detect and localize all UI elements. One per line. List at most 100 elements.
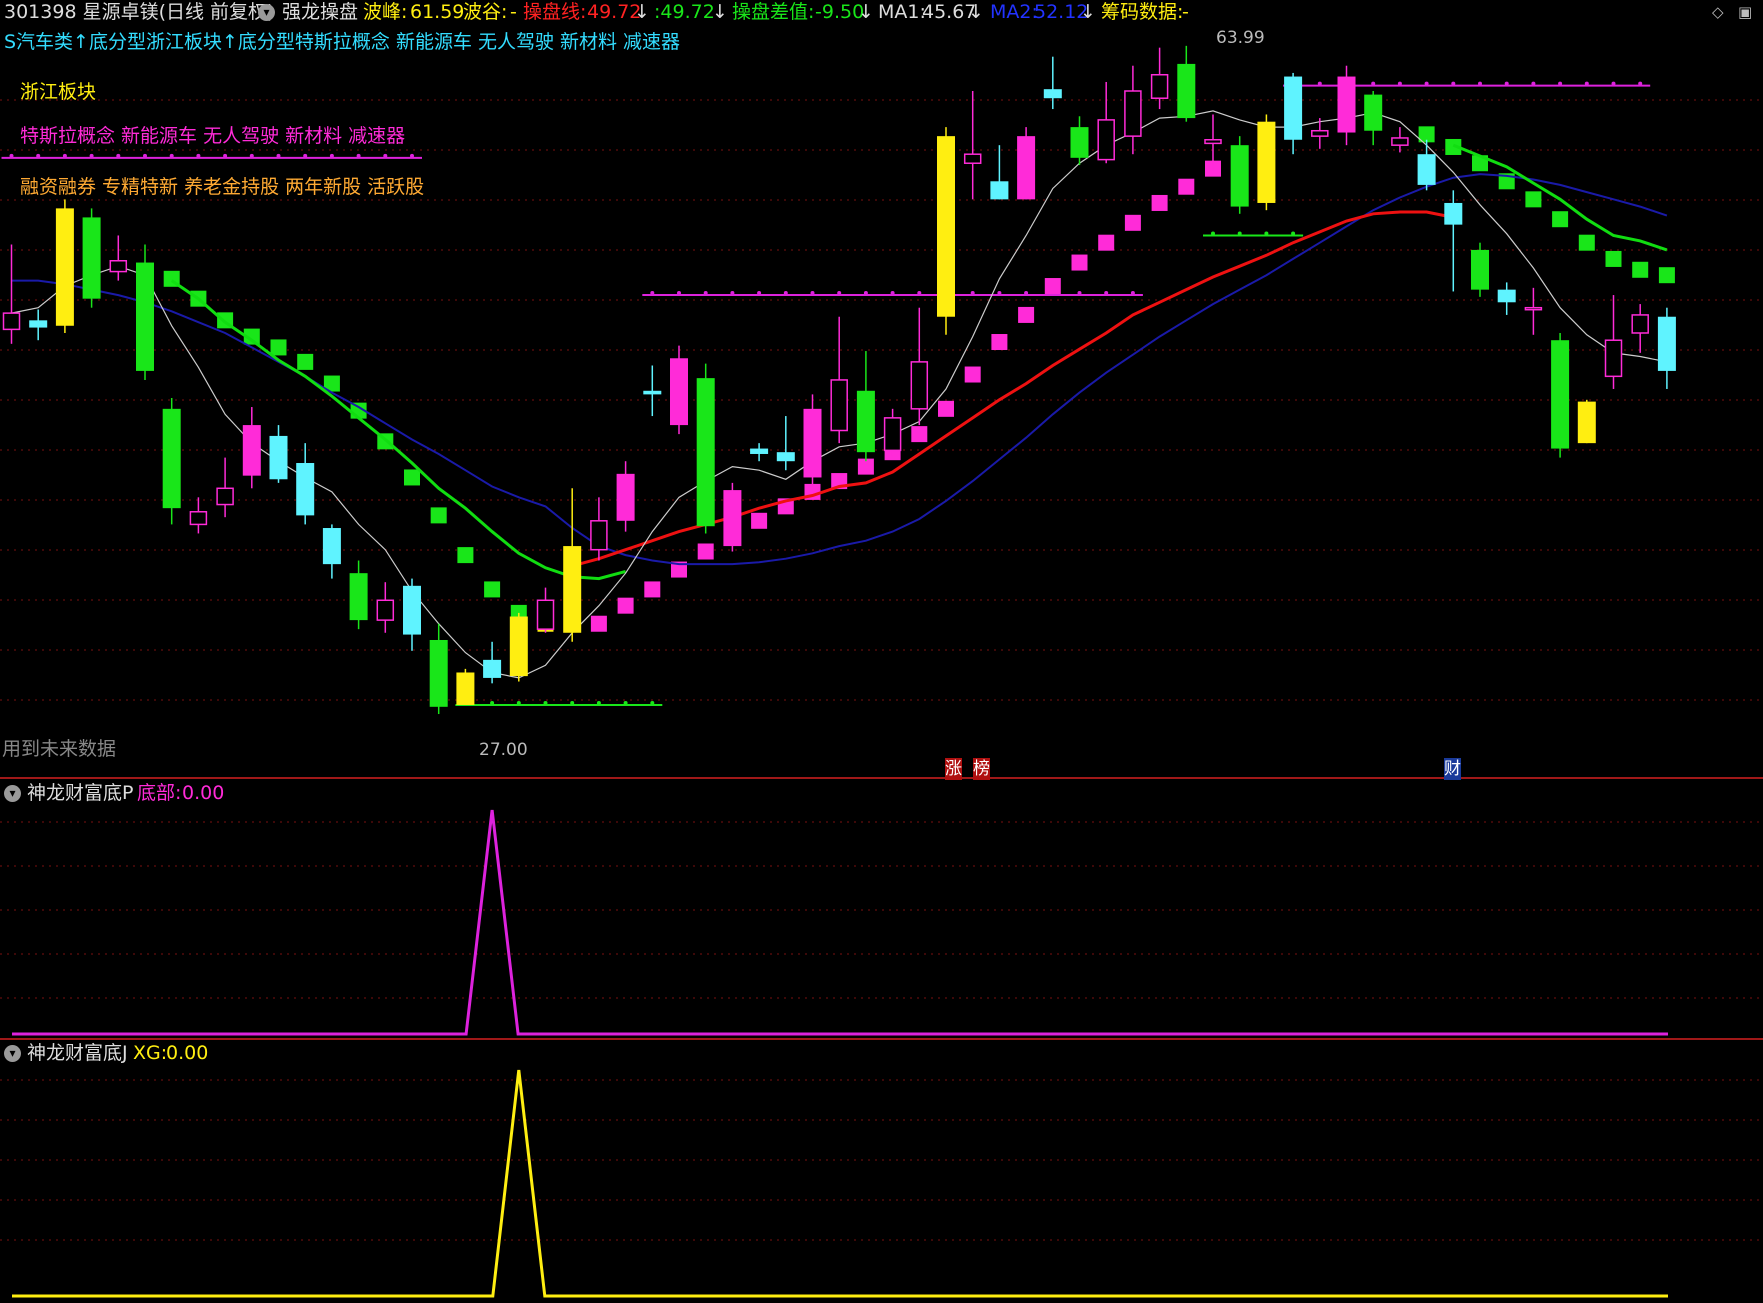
flag-bang: 榜 [973,758,990,780]
step-marker [751,512,768,529]
concept-tags: 特斯拉概念 新能源车 无人驾驶 新材料 减速器 [20,125,406,147]
step-marker [590,615,607,632]
candle-body [1097,119,1115,161]
candle-body [990,181,1009,200]
bottom-signal-line [12,809,1668,1036]
step-marker [1632,261,1649,278]
step-marker [911,426,928,443]
candle-body [1043,89,1062,99]
level-dot [543,701,548,705]
level-dot [677,291,681,296]
level-dot [249,153,254,158]
level-dot [837,291,842,296]
level-dot [1397,81,1402,86]
step-marker [270,339,287,356]
level-dot [169,153,174,158]
candle-body [536,599,555,630]
style-tags: 融资融券 专精特新 养老金持股 两年新股 活跃股 [20,176,425,198]
step-marker [484,581,501,598]
panel-bottom-signal [12,809,1668,1036]
candle-body [1311,129,1329,137]
indicator-name[interactable]: 强龙操盘 [282,1,358,23]
step-marker [430,507,447,524]
candle-body [883,417,902,452]
candle-body [670,358,688,426]
candle-body [403,585,421,635]
candle-body [109,260,128,273]
level-dot [1638,81,1643,86]
step-marker [1578,234,1595,251]
indicator-menu-icon[interactable]: ▾ [258,4,275,21]
level-dot [516,701,521,705]
level-dot [196,153,201,158]
level-dot [1077,291,1082,296]
level-dot [863,291,868,296]
arrow-down-icon: ↓ [858,1,874,23]
panel3-name[interactable]: 神龙财富底J [27,1042,128,1064]
candle-body [1444,202,1463,225]
step-marker [644,581,661,598]
candle-body [296,463,315,516]
arrow-down-icon: ↓ [634,1,650,23]
candle-body [376,599,395,621]
level-dot [623,701,628,705]
control-line-label: 操盘线: [523,1,587,23]
candle-body [590,520,608,551]
level-dot [329,153,334,158]
candle-body [750,448,769,454]
level-dot [1584,81,1589,86]
candle-body [1070,127,1089,158]
candle-body [616,473,635,521]
flag-zhang: 涨 [945,758,962,780]
wave-peak-label: 波峰: [363,1,408,23]
candle-body [1391,137,1409,146]
panel3-menu-icon[interactable]: ▾ [4,1045,21,1062]
candle-body [1604,339,1623,378]
xg-signal-line [12,1069,1668,1298]
level-dot [490,701,495,705]
concept-line: S汽车类↑底分型浙江板块↑底分型特斯拉概念 新能源车 无人驾驶 新材料 减速器 [4,31,681,53]
chip-label: 筹码数据: [1101,1,1184,23]
candle-body [723,490,742,547]
step-marker [964,366,981,383]
candle-body [29,320,48,328]
step-marker [297,353,314,370]
level-dot [1478,81,1482,86]
candle-body [1257,121,1276,203]
candle-body [1631,314,1649,334]
step-marker [1552,211,1569,228]
candle-body [1337,76,1356,133]
low-price-label: 27.00 [479,740,528,760]
wave-trough-label: 波谷: [463,1,508,23]
candle-body [1577,401,1596,444]
maximize-icon[interactable]: ▣ [1738,3,1752,21]
chip-value: - [1182,1,1189,23]
level-dot [1558,81,1563,86]
control-line-second: :49.72 [654,1,715,23]
level-dot [143,153,147,158]
level-dot [997,291,1002,296]
level-dot [303,153,308,158]
panel2-name[interactable]: 神龙财富底P [27,782,133,804]
level-dot [9,153,14,158]
control-diff-value: -9.50 [815,1,865,23]
candle-body [1471,249,1489,290]
candle-body [429,639,448,707]
diamond-icon[interactable]: ◇ [1712,3,1724,21]
candle-body [1017,136,1036,200]
candle-body [1657,316,1676,371]
level-dot [730,291,735,296]
panel2-value: 0.00 [182,782,225,804]
high-price-label: 63.99 [1216,28,1265,48]
level-dot [383,153,388,158]
sector-tag: 浙江板块 [20,81,97,103]
arrow-down-icon: ↓ [968,1,984,23]
candle-body [563,546,582,633]
panel3-label: XG: [133,1042,168,1064]
level-dot [650,291,655,296]
candle-body [2,312,21,331]
level-dot [917,291,922,296]
level-dot [410,153,414,158]
level-dot [890,291,895,296]
panel2-menu-icon[interactable]: ▾ [4,785,21,802]
